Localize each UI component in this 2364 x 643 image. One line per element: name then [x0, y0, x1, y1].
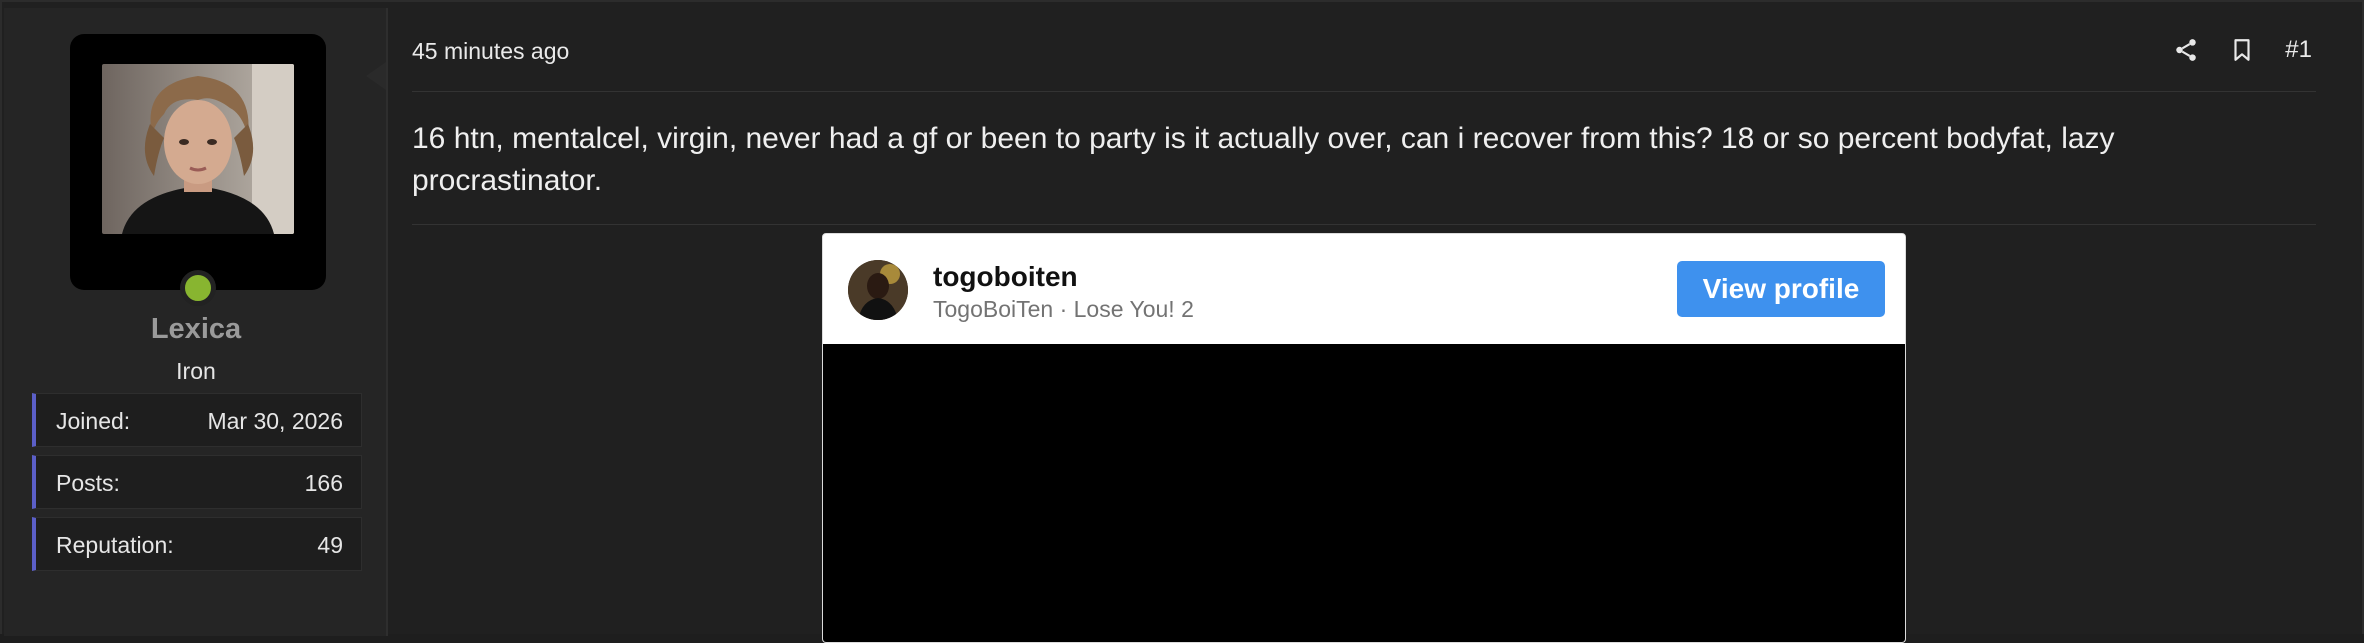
view-profile-button[interactable]: View profile: [1677, 261, 1885, 317]
post-actions: #1: [2143, 32, 2312, 68]
avatar-frame: [70, 34, 326, 306]
stat-reputation: Reputation: 49: [32, 517, 362, 571]
embed-video[interactable]: [823, 344, 1905, 642]
stat-label: Posts:: [56, 470, 120, 496]
embed-username[interactable]: togoboiten: [933, 261, 1078, 293]
forum-post: Lexica Iron Joined: Mar 30, 2026 Posts: …: [0, 0, 2364, 643]
online-status-indicator: [180, 270, 216, 306]
stat-value: Mar 30, 2026: [207, 408, 343, 434]
stat-label: Reputation:: [56, 532, 174, 558]
instagram-embed: togoboiten TogoBoiTen · Lose You! 2 View…: [822, 233, 1906, 643]
avatar[interactable]: [102, 64, 294, 234]
stat-value: 166: [304, 470, 343, 496]
stat-value: 49: [317, 532, 343, 558]
user-sidebar: Lexica Iron Joined: Mar 30, 2026 Posts: …: [4, 8, 388, 636]
stat-joined: Joined: Mar 30, 2026: [32, 393, 362, 447]
username[interactable]: Lexica: [4, 313, 388, 346]
bookmark-icon: [2234, 39, 2250, 61]
body-divider: [412, 224, 2316, 225]
share-icon: [2176, 39, 2197, 61]
embed-avatar[interactable]: [848, 260, 908, 320]
post-number-link[interactable]: #1: [2285, 32, 2312, 68]
post-timestamp[interactable]: 45 minutes ago: [412, 38, 569, 65]
header-divider: [412, 91, 2316, 92]
stat-label: Joined:: [56, 408, 131, 434]
user-title: Iron: [176, 358, 216, 384]
embed-subtitle: TogoBoiTen · Lose You! 2: [933, 296, 1194, 322]
embed-header: togoboiten TogoBoiTen · Lose You! 2 View…: [823, 234, 1905, 344]
message-arrow: [366, 62, 386, 90]
post-body: 16 htn, mentalcel, virgin, never had a g…: [412, 122, 2115, 197]
stat-posts: Posts: 166: [32, 455, 362, 509]
bookmark-button[interactable]: [2229, 32, 2255, 68]
share-button[interactable]: [2173, 32, 2199, 68]
